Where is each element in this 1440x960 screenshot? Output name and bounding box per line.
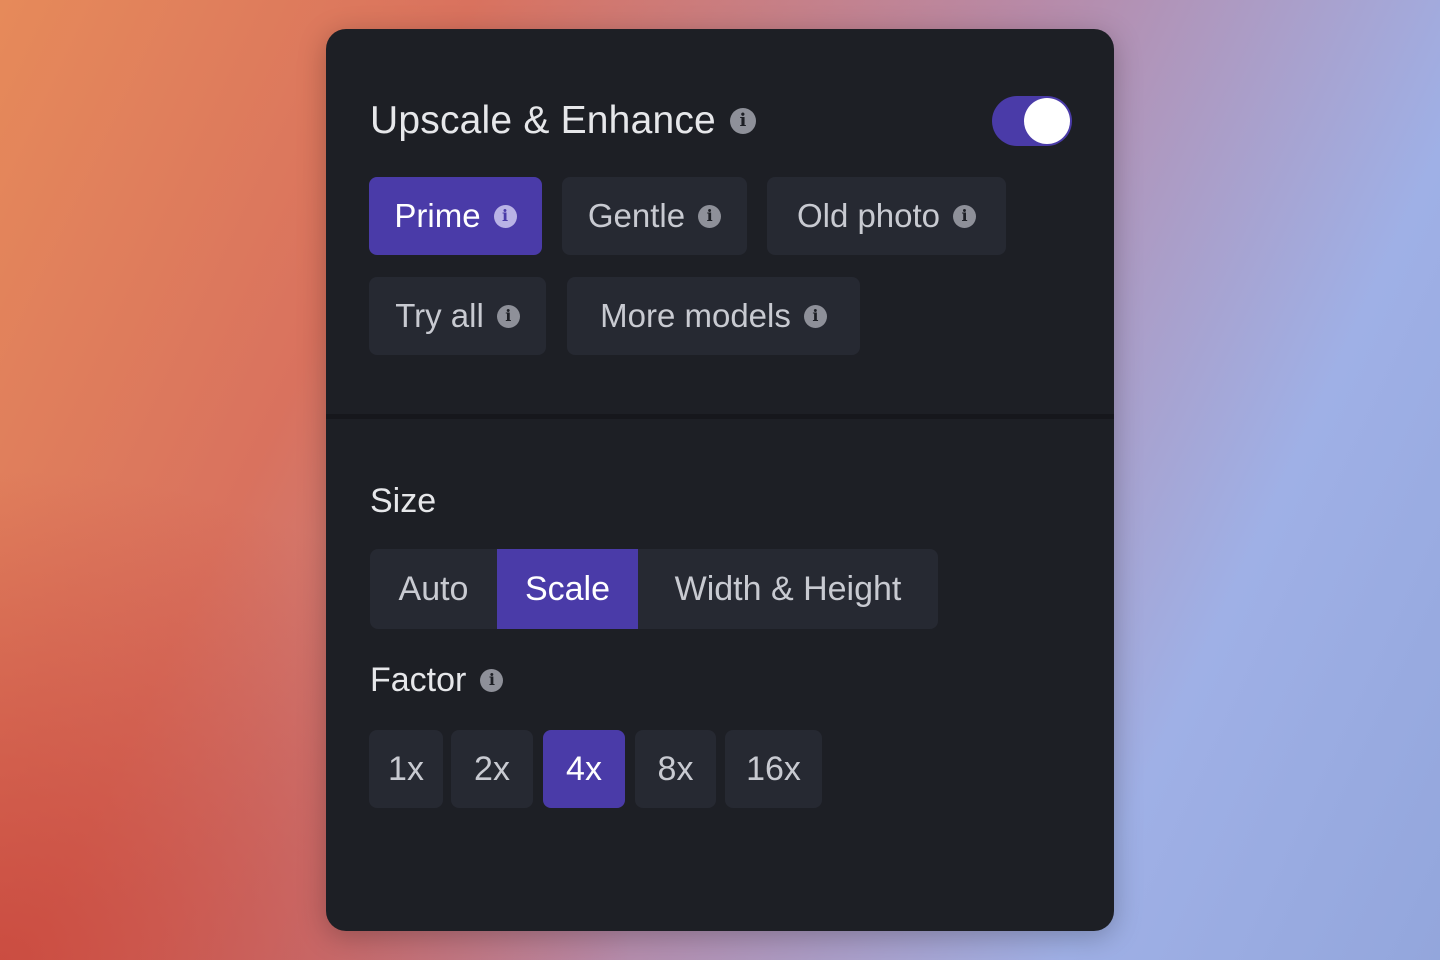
model-chip-label: Prime — [394, 197, 481, 234]
model-chip-prime[interactable]: Prime i — [369, 177, 542, 255]
size-label-text: Size — [370, 481, 437, 520]
size-option-width-height[interactable]: Width & Height — [638, 549, 938, 629]
model-chip-label: More models — [600, 297, 791, 334]
info-icon[interactable]: i — [729, 108, 756, 134]
size-option-auto[interactable]: Auto — [370, 549, 497, 629]
panel-header: Upscale & Enhance i — [370, 91, 1072, 151]
model-chip-more-models[interactable]: More models i — [567, 277, 860, 355]
factor-label-text: Factor — [370, 660, 467, 699]
model-chip-label: Try all — [395, 297, 484, 334]
model-chip-old-photo[interactable]: Old photo i — [767, 177, 1006, 255]
model-chip-label: Gentle — [587, 197, 686, 234]
info-icon[interactable]: i — [953, 204, 977, 228]
toggle-knob — [1024, 98, 1070, 144]
factor-option-1x[interactable]: 1x — [369, 730, 443, 808]
model-chip-gentle[interactable]: Gentle i — [562, 177, 747, 255]
info-icon[interactable]: i — [803, 304, 827, 328]
info-icon[interactable]: i — [496, 304, 520, 328]
info-icon[interactable]: i — [698, 204, 722, 228]
factor-option-16x[interactable]: 16x — [725, 730, 822, 808]
info-icon[interactable]: i — [493, 204, 517, 228]
size-label: Size — [370, 479, 436, 523]
factor-option-4x[interactable]: 4x — [543, 730, 625, 808]
info-icon[interactable]: i — [480, 668, 504, 692]
section-divider — [326, 414, 1114, 419]
upscale-enhance-panel: Upscale & Enhance i Prime i Gentle i Old… — [326, 29, 1114, 931]
factor-option-2x[interactable]: 2x — [451, 730, 533, 808]
model-chip-try-all[interactable]: Try all i — [369, 277, 546, 355]
size-option-scale[interactable]: Scale — [497, 549, 638, 629]
enable-toggle[interactable] — [992, 96, 1072, 146]
factor-label: Factor i — [370, 658, 504, 702]
model-chip-label: Old photo — [796, 197, 941, 234]
panel-title: Upscale & Enhance — [370, 99, 716, 142]
size-mode-selector: Auto Scale Width & Height — [370, 549, 938, 629]
factor-option-8x[interactable]: 8x — [635, 730, 716, 808]
